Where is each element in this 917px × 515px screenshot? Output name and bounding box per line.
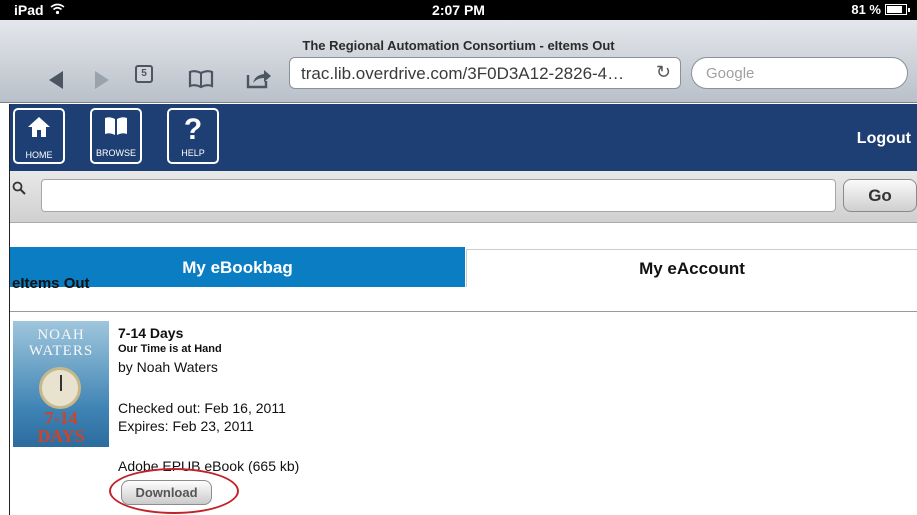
site-search-bar: Go [10, 171, 917, 223]
cover-author: NOAH WATERS [13, 327, 109, 359]
book-cover[interactable]: NOAH WATERS 7-14 DAYS [13, 321, 109, 447]
nav-browse-label: BROWSE [95, 148, 136, 158]
nav-help-label: HELP [181, 148, 205, 158]
pocket-watch-illustration [39, 367, 81, 409]
nav-browse-button[interactable]: BROWSE [90, 108, 142, 164]
page-title: The Regional Automation Consortium - eIt… [302, 38, 615, 53]
nav-home-button[interactable]: HOME [13, 108, 65, 164]
section-divider [10, 311, 917, 312]
bookmarks-icon[interactable] [188, 69, 214, 93]
url-field[interactable]: trac.lib.overdrive.com/3F0D3A12-2826-4… … [289, 57, 681, 89]
battery-fill [887, 6, 902, 13]
go-button[interactable]: Go [843, 179, 917, 212]
tab-my-eaccount[interactable]: My eAccount [466, 249, 917, 287]
url-text: trac.lib.overdrive.com/3F0D3A12-2826-4… [301, 64, 625, 83]
highlight-circle [109, 468, 239, 514]
nav-home-label: HOME [25, 150, 53, 160]
cover-author-line2: WATERS [28, 343, 94, 359]
cover-title-line2: DAYS [37, 426, 85, 446]
site-search-input[interactable] [41, 179, 836, 212]
section-title: eItems Out [12, 275, 90, 292]
battery-icon [885, 4, 910, 15]
cover-author-line1: NOAH [37, 327, 85, 343]
home-icon [15, 115, 63, 147]
status-bar: iPad 2:07 PM 81 % [0, 0, 917, 20]
cover-title-line1: 7-14 [44, 408, 78, 428]
book-subtitle: Our Time is at Hand [118, 343, 222, 355]
tabs-icon[interactable]: 5 [135, 65, 153, 83]
book-icon [92, 115, 140, 145]
share-icon[interactable] [246, 67, 272, 93]
forward-icon[interactable] [93, 70, 111, 94]
status-time: 2:07 PM [432, 2, 485, 18]
nav-help-button[interactable]: ? HELP [167, 108, 219, 164]
logout-link[interactable]: Logout [857, 130, 911, 148]
expires-date: Expires: Feb 23, 2011 [118, 418, 254, 434]
battery-percent: 81 % [851, 2, 881, 17]
question-icon: ? [183, 113, 203, 146]
cover-title: 7-14 DAYS [13, 409, 109, 445]
search-icon [12, 181, 26, 198]
checked-out-date: Checked out: Feb 16, 2011 [118, 400, 286, 416]
book-title[interactable]: 7-14 Days [118, 325, 183, 341]
reload-icon[interactable]: ↻ [656, 62, 671, 83]
back-icon[interactable] [47, 70, 65, 94]
browser-search-field[interactable]: Google [691, 57, 908, 89]
book-author: by Noah Waters [118, 359, 218, 375]
site-header: HOME BROWSE ? HELP Logout [10, 104, 917, 171]
